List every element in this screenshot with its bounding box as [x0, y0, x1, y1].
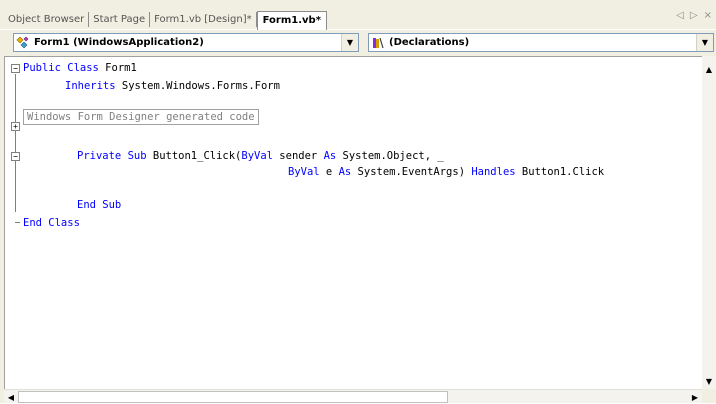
close-icon[interactable]: × [704, 10, 712, 21]
code-line: Public Class Form1 [23, 60, 137, 76]
scroll-tabs-right-icon[interactable]: ▷ [690, 10, 698, 21]
horizontal-scroll-thumb[interactable] [18, 391, 448, 403]
collapse-icon[interactable]: − [11, 64, 20, 73]
document-tab-strip: Object Browser Start Page Form1.vb [Desi… [0, 0, 716, 31]
code-line: Private Sub Button1_Click(ByVal sender A… [77, 148, 444, 164]
scroll-down-icon[interactable]: ▼ [702, 374, 716, 388]
code-line: End Class [23, 215, 80, 231]
code-text: e [319, 166, 339, 178]
code-line: Inherits System.Windows.Forms.Form [65, 78, 280, 94]
code-text: System.Windows.Forms.Form [115, 80, 280, 92]
method-name-dropdown[interactable]: (Declarations) ▼ [368, 33, 714, 52]
outline-guide [15, 74, 16, 212]
code-text: System.EventArgs) [351, 166, 472, 178]
vertical-scrollbar[interactable]: ▲ ▼ [702, 56, 716, 389]
class-name-dropdown[interactable]: Form1 (WindowsApplication2) ▼ [13, 33, 359, 52]
tab-form1-vb[interactable]: Form1.vb* [256, 10, 327, 31]
code-line: ByVal e As System.EventArgs) Handles But… [288, 164, 604, 180]
outline-guide [15, 222, 20, 223]
scroll-left-icon[interactable]: ◀ [4, 390, 18, 404]
keyword: Inherits [65, 80, 116, 92]
method-dropdown-value: (Declarations) [389, 37, 470, 48]
keyword: As [323, 150, 337, 162]
expand-icon[interactable]: + [11, 122, 20, 131]
keyword: Private Sub [77, 150, 147, 162]
scrollbar-corner [702, 389, 716, 403]
keyword: End Sub [77, 199, 122, 211]
chevron-down-icon[interactable]: ▼ [341, 34, 358, 51]
tab-object-browser[interactable]: Object Browser [4, 11, 90, 27]
tab-navigation: ◁ ▷ × [676, 10, 712, 21]
scroll-right-icon[interactable]: ▶ [688, 390, 702, 404]
code-line: Windows Form Designer generated code [23, 109, 259, 125]
tab-start-page[interactable]: Start Page [89, 11, 151, 27]
navigation-bar: Form1 (WindowsApplication2) ▼ (Declarati… [0, 30, 716, 56]
class-icon [15, 35, 31, 51]
code-text: Button1_Click( [146, 150, 242, 162]
code-line: End Sub [77, 197, 121, 213]
keyword: Public Class [23, 62, 99, 74]
code-text: Button1.Click [515, 166, 605, 178]
keyword: ByVal [288, 166, 320, 178]
code-text: sender [272, 150, 324, 162]
keyword: As [338, 166, 352, 178]
tab-form1-design[interactable]: Form1.vb [Design]* [150, 11, 257, 27]
code-text: System.Object, _ [336, 150, 444, 162]
class-dropdown-value: Form1 (WindowsApplication2) [34, 37, 204, 48]
scroll-tabs-left-icon[interactable]: ◁ [676, 10, 684, 21]
collapse-icon[interactable]: − [11, 152, 20, 161]
scroll-up-icon[interactable]: ▲ [702, 62, 716, 76]
code-editor-window: Object Browser Start Page Form1.vb [Desi… [0, 0, 716, 403]
keyword: End Class [23, 217, 80, 229]
code-editor[interactable]: − + − Public Class Form1 Inherits System… [4, 56, 716, 389]
keyword: Handles [471, 166, 516, 178]
horizontal-scrollbar[interactable]: ◀ ▶ [4, 389, 702, 403]
tab-list: Object Browser Start Page Form1.vb [Desi… [4, 8, 327, 31]
declarations-icon [370, 35, 386, 51]
code-text: Form1 [98, 62, 137, 74]
chevron-down-icon[interactable]: ▼ [696, 34, 713, 51]
keyword: ByVal [241, 150, 273, 162]
collapsed-region[interactable]: Windows Form Designer generated code [23, 109, 259, 125]
